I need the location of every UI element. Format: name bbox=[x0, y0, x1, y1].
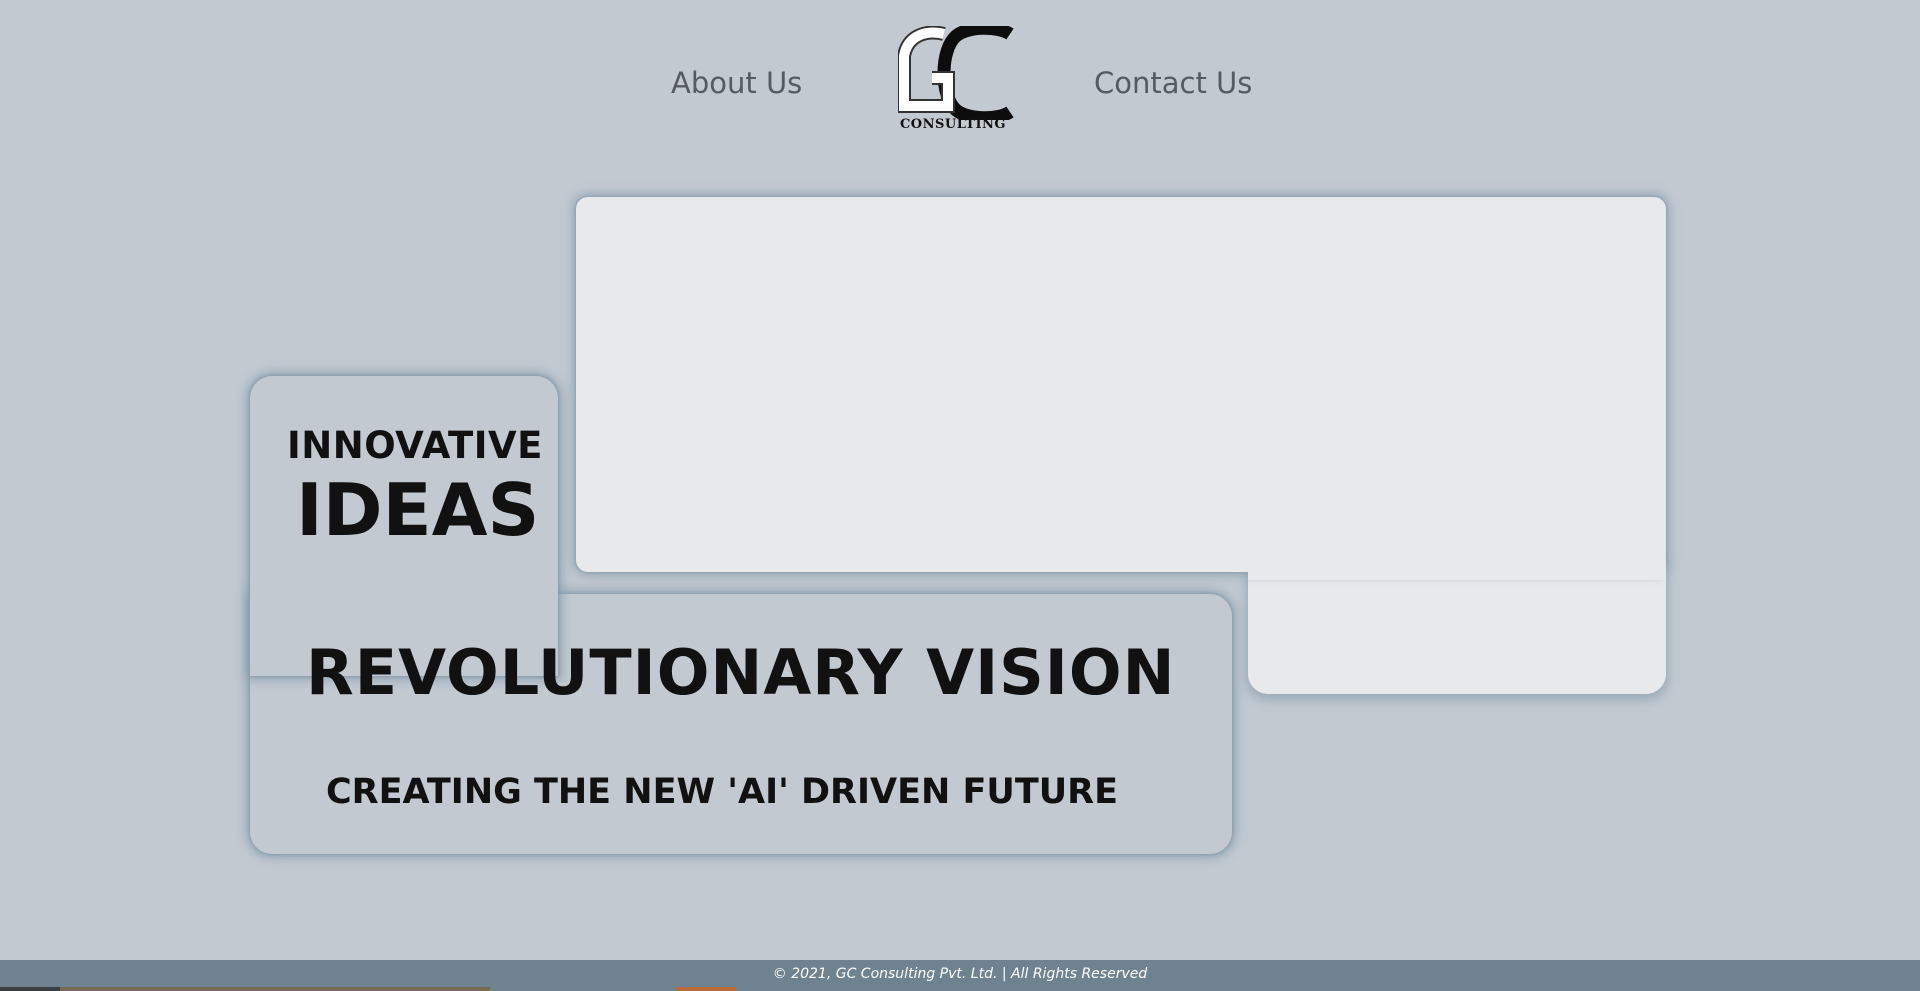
page: About Us CONSULTING Contact Us INNOVATIV… bbox=[0, 0, 1920, 991]
feature-panel-tail bbox=[1248, 560, 1666, 694]
gc-logo-icon bbox=[897, 21, 1014, 125]
feature-panel-join bbox=[1248, 540, 1666, 580]
footer-strip-mid bbox=[60, 987, 490, 991]
nav-about-us-link[interactable]: About Us bbox=[671, 66, 802, 100]
gc-consulting-logo[interactable]: CONSULTING bbox=[897, 21, 1014, 136]
vision-heading: REVOLUTIONARY VISION bbox=[306, 636, 1176, 709]
logo-caption: CONSULTING bbox=[899, 117, 1007, 132]
footer-strip-left bbox=[0, 987, 60, 991]
ideas-heading: IDEAS bbox=[296, 468, 540, 552]
innovative-heading: INNOVATIVE bbox=[287, 424, 543, 467]
nav-contact-us-link[interactable]: Contact Us bbox=[1094, 66, 1252, 100]
copyright-text: © 2021, GC Consulting Pvt. Ltd. | All Ri… bbox=[772, 966, 1148, 982]
tagline-text: CREATING THE NEW 'AI' DRIVEN FUTURE bbox=[326, 772, 1118, 812]
card-join bbox=[250, 560, 558, 640]
feature-panel bbox=[576, 197, 1666, 572]
footer-strip-accent bbox=[676, 987, 736, 991]
